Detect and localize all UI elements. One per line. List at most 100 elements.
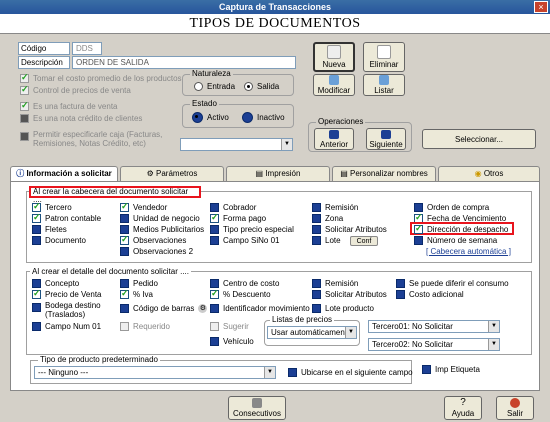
cab-direccion-despacho[interactable]: Dirección de despacho <box>414 223 508 234</box>
det-campo-num-box[interactable] <box>32 322 41 331</box>
det-costo-adicional[interactable]: Costo adicional <box>396 290 464 299</box>
chk-nota-row[interactable]: Es una nota crédito de clientes <box>20 114 142 123</box>
radio-salida-circle[interactable] <box>244 82 253 91</box>
cab-documento-box[interactable] <box>32 236 41 245</box>
cab-zona[interactable]: Zona <box>312 214 343 223</box>
settings-icon[interactable]: ⚙ <box>198 304 208 313</box>
cab-observaciones2[interactable]: Observaciones 2 <box>120 247 193 256</box>
det-concepto[interactable]: Concepto <box>32 279 79 288</box>
cab-vendedor[interactable]: Vendedor <box>120 201 167 212</box>
det-identificador-box[interactable] <box>210 304 219 313</box>
det-identificador[interactable]: Identificador movimiento <box>210 304 310 313</box>
cab-tercero[interactable]: Tercero <box>32 201 72 212</box>
cab-observaciones2-box[interactable] <box>120 247 129 256</box>
cab-numero-semana-box[interactable] <box>414 236 423 245</box>
radio-entrada[interactable]: Entrada <box>194 82 235 91</box>
cab-remision[interactable]: Remisión <box>312 203 358 212</box>
det-descuento-box[interactable] <box>210 288 219 299</box>
cab-unidad[interactable]: Unidad de negocio <box>120 214 200 223</box>
det-precio-venta[interactable]: Precio de Venta <box>32 288 101 299</box>
chk-control-box[interactable] <box>20 84 29 95</box>
cab-patron[interactable]: Patron contable <box>32 212 101 223</box>
cab-numero-semana[interactable]: Número de semana <box>414 236 497 245</box>
det-solicitar-atributos-box[interactable] <box>312 290 321 299</box>
imp-etiqueta-row[interactable]: Imp Etiqueta <box>422 365 480 374</box>
cab-solicitar-atributos[interactable]: Solicitar Atributos <box>312 225 387 234</box>
cab-cobrador[interactable]: Cobrador <box>210 203 256 212</box>
det-remision[interactable]: Remisión <box>312 279 358 288</box>
tab-informacion[interactable]: ⓘ Información a solicitar <box>10 166 118 182</box>
tercero02-select[interactable]: Tercero02: No Solicitar ▼ <box>368 338 500 351</box>
det-vehiculo-box[interactable] <box>210 337 219 346</box>
cab-lote-box[interactable] <box>312 236 321 245</box>
det-bodega-box[interactable] <box>32 303 41 312</box>
chk-control-row[interactable]: Control de precios de venta <box>20 84 131 95</box>
det-codigo-barras[interactable]: Código de barras ⚙ <box>120 304 208 313</box>
det-lote-producto-box[interactable] <box>312 304 321 313</box>
det-precio-venta-box[interactable] <box>32 288 41 299</box>
cab-campo-sino[interactable]: Campo SiNo 01 <box>210 236 279 245</box>
imp-etiqueta-box[interactable] <box>422 365 431 374</box>
cab-vendedor-box[interactable] <box>120 201 129 212</box>
det-lote-producto[interactable]: Lote producto <box>312 304 374 313</box>
seleccionar-button[interactable]: Seleccionar... <box>422 129 536 149</box>
nueva-button[interactable]: Nueva <box>313 42 355 72</box>
det-bodega[interactable]: Bodega destino (Traslados) <box>32 301 112 319</box>
cab-observaciones-box[interactable] <box>120 234 129 245</box>
cab-medios-box[interactable] <box>120 225 129 234</box>
radio-inactivo[interactable]: Inactivo <box>242 112 285 123</box>
descripcion-input[interactable]: ORDEN DE SALIDA <box>72 56 296 69</box>
det-diferir[interactable]: Se puede diferir el consumo <box>396 279 509 288</box>
det-costo-adicional-box[interactable] <box>396 290 405 299</box>
cabecera-automatica-link[interactable]: [ Cabecera automática ] <box>426 247 511 256</box>
radio-activo-circle[interactable] <box>192 112 203 123</box>
cab-unidad-box[interactable] <box>120 214 129 223</box>
det-remision-box[interactable] <box>312 279 321 288</box>
det-campo-num[interactable]: Campo Num 01 <box>32 322 101 331</box>
radio-inactivo-circle[interactable] <box>242 112 253 123</box>
det-vehiculo[interactable]: Vehículo <box>210 337 254 346</box>
listar-button[interactable]: Listar <box>363 74 405 96</box>
tipo-producto-select[interactable]: --- Ninguno --- ▼ <box>34 366 276 379</box>
chk-costo-row[interactable]: Tomar el costo promedio de los productos <box>20 72 182 83</box>
cab-lote[interactable]: Lote <box>312 236 341 245</box>
cab-documento[interactable]: Documento <box>32 236 86 245</box>
cab-tercero-box[interactable] <box>32 201 41 212</box>
ubicarse-box[interactable] <box>288 368 297 377</box>
det-diferir-box[interactable] <box>396 279 405 288</box>
det-sugerir-box[interactable] <box>210 322 219 331</box>
chk-factura-row[interactable]: Es una factura de venta <box>20 100 118 111</box>
cab-direccion-despacho-box[interactable] <box>414 223 423 234</box>
cab-fletes[interactable]: Fletes <box>32 225 67 234</box>
det-solicitar-atributos[interactable]: Solicitar Atributos <box>312 290 387 299</box>
consecutivos-button[interactable]: Consecutivos <box>228 396 286 420</box>
cab-solicitar-atributos-box[interactable] <box>312 225 321 234</box>
cab-tipo-precio[interactable]: Tipo precio especial <box>210 225 294 234</box>
det-concepto-box[interactable] <box>32 279 41 288</box>
cab-observaciones[interactable]: Observaciones <box>120 234 186 245</box>
salir-button[interactable]: Salir <box>496 396 534 420</box>
codigo-input[interactable]: DDS <box>72 42 102 55</box>
chk-permitir-box[interactable] <box>20 132 29 141</box>
ubicarse-row[interactable]: Ubicarse en el siguiente campo <box>288 368 413 377</box>
det-centro-costo[interactable]: Centro de costo <box>210 279 279 288</box>
chk-permitir-row[interactable]: Permitir especificarle caja (Facturas, R… <box>20 130 180 148</box>
cab-fletes-box[interactable] <box>32 225 41 234</box>
cab-forma-pago-box[interactable] <box>210 212 219 223</box>
radio-activo[interactable]: Activo <box>192 112 229 123</box>
conf-button[interactable]: Conf <box>350 236 378 246</box>
tab-parametros[interactable]: ⚙ Parámetros <box>120 166 224 181</box>
ayuda-button[interactable]: ? Ayuda <box>444 396 482 420</box>
tab-personalizar[interactable]: ▤ Personalizar nombres <box>332 166 436 181</box>
chk-costo-box[interactable] <box>20 72 29 83</box>
det-descuento[interactable]: % Descuento <box>210 288 271 299</box>
radio-entrada-circle[interactable] <box>194 82 203 91</box>
cab-zona-box[interactable] <box>312 214 321 223</box>
det-sugerir[interactable]: Sugerir <box>210 322 249 331</box>
det-centro-costo-box[interactable] <box>210 279 219 288</box>
cab-patron-box[interactable] <box>32 212 41 223</box>
det-iva-box[interactable] <box>120 288 129 299</box>
cab-campo-sino-box[interactable] <box>210 236 219 245</box>
tercero01-select[interactable]: Tercero01: No Solicitar ▼ <box>368 320 500 333</box>
cab-medios[interactable]: Medios Publicitarios <box>120 225 204 234</box>
